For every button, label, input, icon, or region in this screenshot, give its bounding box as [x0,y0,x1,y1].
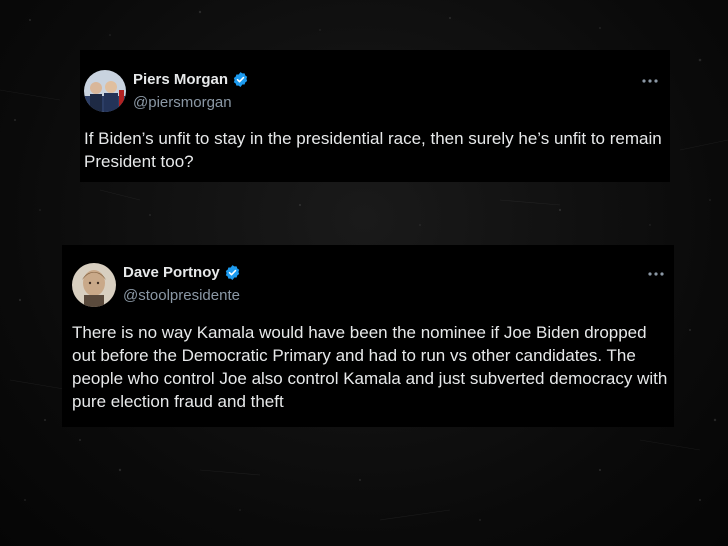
display-name[interactable]: Dave Portnoy [123,264,220,281]
avatar[interactable] [72,263,116,307]
author-name-row: Piers Morgan [133,71,249,88]
tweet-card[interactable]: Piers Morgan @piersmorgan If Biden’s unf… [80,50,670,182]
avatar-image [84,70,126,112]
display-name[interactable]: Piers Morgan [133,71,228,88]
more-horizontal-icon[interactable] [646,269,666,279]
verified-badge-icon [225,265,239,280]
author-name-row: Dave Portnoy [123,264,241,281]
avatar[interactable] [84,70,126,112]
tweet-text: If Biden’s unfit to stay in the presiden… [84,129,662,171]
handle[interactable]: @piersmorgan [133,94,232,111]
more-horizontal-icon[interactable] [640,76,660,86]
verified-badge-icon [233,72,248,87]
tweet-text: There is no way Kamala would have been t… [72,323,668,411]
avatar-image [72,263,116,307]
handle[interactable]: @stoolpresidente [123,287,240,304]
tweet-card[interactable]: Dave Portnoy @stoolpresidente There is n… [62,245,674,427]
